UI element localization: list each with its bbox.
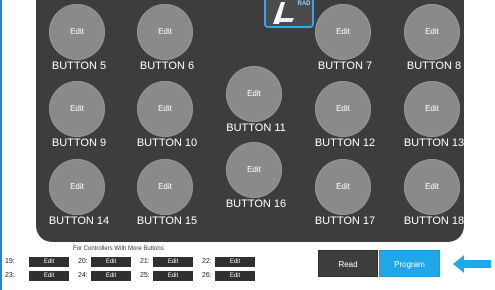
extra-button-24-edit-button[interactable]: Edit [91,271,131,281]
button-6-edit-button[interactable]: Edit [137,4,193,60]
button-10-label: BUTTON 10 [136,137,198,149]
button-13-slot: Edit BUTTON 13 [391,77,464,159]
button-12-edit-button[interactable]: Edit [315,81,371,137]
program-button[interactable]: Program [379,250,440,277]
button-18-slot: Edit BUTTON 18 [391,155,464,237]
button-18-label: BUTTON 18 [403,215,464,227]
button-9-label: BUTTON 9 [51,137,107,149]
button-15-edit-button[interactable]: Edit [137,159,193,215]
extra-button-23-edit-button[interactable]: Edit [29,271,69,281]
extra-buttons-row-1: 19: Edit 20: Edit 21: Edit 22: Edit [5,256,265,268]
read-button[interactable]: Read [318,250,378,277]
button-17-label: BUTTON 17 [314,215,376,227]
button-9-slot: Edit BUTTON 9 [36,77,122,159]
button-9-edit-button[interactable]: Edit [49,81,105,137]
extra-button-20-edit-button[interactable]: Edit [91,257,131,267]
button-10-slot: Edit BUTTON 10 [124,77,210,159]
button-5-label: BUTTON 5 [51,60,107,72]
button-11-slot: Edit BUTTON 11 [213,62,299,144]
controller-button-panel: RAD Edit BUTTON 5 Edit BUTTON 6 Edit BUT… [36,0,464,242]
left-arrow-icon [453,255,491,273]
extra-button-21-edit-button[interactable]: Edit [153,257,193,267]
extra-button-26-edit-button[interactable]: Edit [215,271,255,281]
button-17-slot: Edit BUTTON 17 [302,155,388,237]
controller-programming-screen: RAD Edit BUTTON 5 Edit BUTTON 6 Edit BUT… [0,0,495,290]
extra-buttons-row-2: 23: Edit 24: Edit 25: Edit 26: Edit [5,270,265,282]
button-8-edit-button[interactable]: Edit [404,4,460,60]
button-13-edit-button[interactable]: Edit [404,81,460,137]
button-14-edit-button[interactable]: Edit [49,159,105,215]
button-8-slot: Edit BUTTON 8 [391,0,464,82]
button-16-label: BUTTON 16 [225,198,287,210]
left-border-line [0,0,2,290]
button-16-edit-button[interactable]: Edit [226,142,282,198]
button-10-edit-button[interactable]: Edit [137,81,193,137]
extra-button-25-edit-button[interactable]: Edit [153,271,193,281]
extra-button-22-edit-button[interactable]: Edit [215,257,255,267]
button-14-slot: Edit BUTTON 14 [36,155,122,237]
extra-button-19-edit-button[interactable]: Edit [29,257,69,267]
button-5-edit-button[interactable]: Edit [49,4,105,60]
button-12-slot: Edit BUTTON 12 [302,77,388,159]
button-6-label: BUTTON 6 [139,60,195,72]
extra-button-23-label: 23: [5,272,15,279]
more-buttons-caption: For Controllers With More Buttons [73,246,164,252]
button-5-slot: Edit BUTTON 5 [36,0,122,82]
button-13-label: BUTTON 13 [403,137,464,149]
button-6-slot: Edit BUTTON 6 [124,0,210,82]
controller-logo-icon [273,2,294,24]
extra-button-19-label: 19: [5,258,15,265]
button-17-edit-button[interactable]: Edit [315,159,371,215]
button-8-label: BUTTON 8 [406,60,462,72]
button-18-edit-button[interactable]: Edit [404,159,460,215]
button-7-label: BUTTON 7 [317,60,373,72]
button-14-label: BUTTON 14 [48,215,110,227]
button-11-edit-button[interactable]: Edit [226,66,282,122]
button-7-slot: Edit BUTTON 7 [302,0,388,82]
button-16-slot: Edit BUTTON 16 [213,138,299,220]
button-7-edit-button[interactable]: Edit [315,4,371,60]
button-15-label: BUTTON 15 [136,215,198,227]
button-11-label: BUTTON 11 [226,122,286,134]
button-12-label: BUTTON 12 [314,137,376,149]
button-15-slot: Edit BUTTON 15 [124,155,210,237]
